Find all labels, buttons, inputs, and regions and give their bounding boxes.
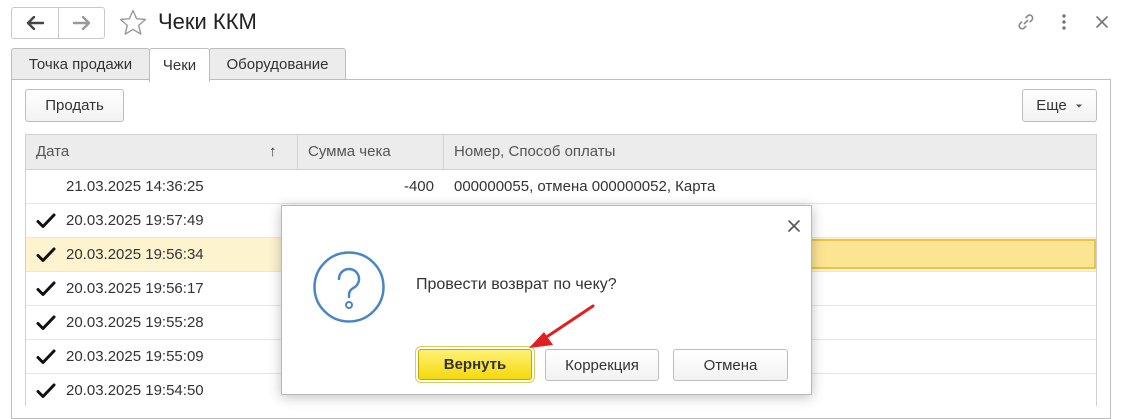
sell-button[interactable]: Продать — [25, 89, 124, 122]
forward-button[interactable] — [58, 8, 104, 38]
navigation-buttons — [11, 7, 105, 39]
checkmark-icon — [36, 281, 56, 296]
checkmark-icon — [36, 315, 56, 330]
tab-label: Оборудование — [226, 56, 329, 73]
cell-date: 21.03.2025 14:36:25 — [66, 178, 204, 195]
column-header-sum[interactable]: Сумма чека — [308, 135, 391, 169]
back-button[interactable] — [12, 8, 58, 38]
close-window-icon[interactable] — [1090, 10, 1114, 34]
tab-label: Чеки — [162, 57, 197, 74]
cell-sum: -400 — [403, 178, 434, 195]
cell-date: 20.03.2025 19:57:49 — [66, 212, 204, 229]
column-header-date[interactable]: Дата — [36, 135, 69, 169]
tab-receipts[interactable]: Чеки — [149, 48, 210, 82]
cell-date: 20.03.2025 19:56:17 — [66, 280, 204, 297]
checkmark-icon — [36, 349, 56, 364]
cell-date: 20.03.2025 19:55:28 — [66, 314, 204, 331]
cell-date: 20.03.2025 19:54:50 — [66, 382, 204, 399]
arrow-left-icon — [26, 16, 44, 30]
more-button[interactable]: Еще — [1022, 89, 1097, 122]
tab-label: Точка продажи — [28, 56, 133, 73]
table-header: Дата ↑ Сумма чека Номер, Способ оплаты — [25, 134, 1097, 170]
link-icon[interactable] — [1014, 10, 1038, 34]
confirm-dialog: Провести возврат по чеку? Вернуть Коррек… — [281, 205, 812, 395]
checkmark-icon — [36, 213, 56, 228]
dialog-message: Провести возврат по чеку? — [416, 276, 617, 293]
dialog-close-icon[interactable] — [784, 216, 804, 236]
question-icon — [313, 251, 385, 323]
cell-date: 20.03.2025 19:56:34 — [66, 246, 204, 263]
column-header-info[interactable]: Номер, Способ оплаты — [454, 135, 615, 169]
tab-equipment[interactable]: Оборудование — [209, 48, 346, 80]
cancel-button[interactable]: Отмена — [673, 349, 788, 381]
page-title: Чеки ККМ — [158, 9, 257, 34]
arrow-right-icon — [72, 16, 90, 30]
sort-ascending-icon[interactable]: ↑ — [269, 135, 277, 169]
return-button[interactable]: Вернуть — [418, 349, 532, 380]
more-button-label: Еще — [1036, 97, 1067, 114]
checkmark-icon — [36, 247, 56, 262]
table-row[interactable]: 21.03.2025 14:36:25 -400 000000055, отме… — [26, 170, 1096, 204]
cell-date: 20.03.2025 19:55:09 — [66, 348, 204, 365]
caret-down-icon — [1075, 104, 1082, 107]
checkmark-icon — [36, 383, 56, 398]
cell-info: 000000055, отмена 000000052, Карта — [454, 178, 716, 195]
correction-button[interactable]: Коррекция — [545, 349, 659, 381]
tab-point-of-sale[interactable]: Точка продажи — [11, 48, 150, 80]
more-vertical-icon[interactable] — [1052, 10, 1076, 34]
star-icon[interactable] — [118, 8, 148, 38]
